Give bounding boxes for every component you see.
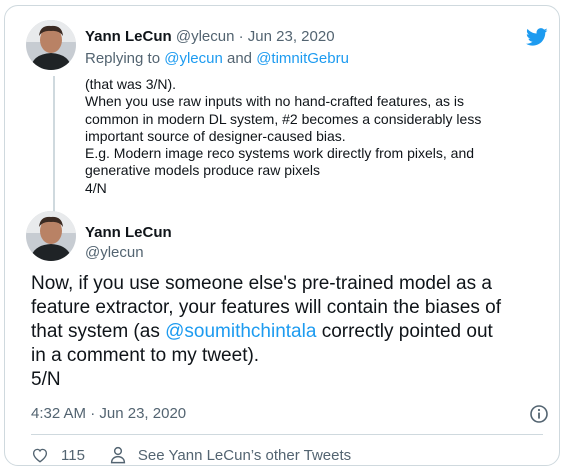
- tweet-time[interactable]: 4:32 AM: [31, 405, 86, 422]
- divider: [31, 434, 543, 435]
- action-bar: 115 See Yann LeCun’s other Tweets: [31, 444, 351, 466]
- thread-line: [53, 76, 55, 212]
- parent-header: Yann LeCun @ylecun · Jun 23, 2020: [85, 28, 335, 45]
- text-line: 5/N: [31, 369, 61, 390]
- author-handle[interactable]: @ylecun: [85, 244, 144, 261]
- heart-icon: [32, 448, 48, 463]
- text-line: E.g. Modern image reco systems work dire…: [85, 145, 475, 162]
- separator: ·: [90, 405, 96, 422]
- mention-link[interactable]: @timnitGebru: [256, 50, 349, 67]
- text-line: important source of designer-caused bias…: [85, 127, 346, 144]
- person-icon: [110, 446, 126, 464]
- text-line: Now, if you use someone else's pre-train…: [31, 273, 492, 294]
- text-line: (that was 3/N).: [85, 76, 177, 92]
- text-segment: that system (as: [31, 321, 166, 342]
- other-tweets-link[interactable]: See Yann LeCun’s other Tweets: [110, 446, 351, 464]
- text-line: When you use raw inputs with no hand-cra…: [85, 93, 464, 110]
- text-line: generative models produce raw pixels: [85, 162, 321, 179]
- avatar[interactable]: [26, 211, 76, 261]
- tweet-text: Now, if you use someone else's pre-train…: [31, 272, 551, 392]
- tweet-date[interactable]: Jun 23, 2020: [248, 28, 335, 45]
- author-handle[interactable]: @ylecun: [176, 28, 235, 45]
- parent-tweet-text: (that was 3/N). When you use raw inputs …: [85, 76, 545, 197]
- text-segment: correctly pointed out: [316, 321, 493, 342]
- like-count: 115: [61, 446, 85, 464]
- text-line: feature extractor, your features will co…: [31, 297, 501, 318]
- text-line: in a comment to my tweet).: [31, 345, 260, 366]
- tweet-timestamp[interactable]: 4:32 AM · Jun 23, 2020: [31, 405, 186, 422]
- tweet-card: Yann LeCun @ylecun · Jun 23, 2020 Replyi…: [4, 5, 560, 466]
- replying-and: and: [226, 50, 253, 67]
- mention-link[interactable]: @ylecun: [164, 50, 223, 67]
- text-line: that system (as @soumithchintala correct…: [31, 320, 551, 344]
- twitter-bird-icon[interactable]: [525, 26, 549, 48]
- avatar[interactable]: [26, 20, 76, 70]
- separator: ·: [238, 28, 244, 45]
- like-button[interactable]: 115: [31, 446, 85, 464]
- author-name[interactable]: Yann LeCun: [85, 28, 172, 45]
- other-tweets-label[interactable]: See Yann LeCun’s other Tweets: [138, 447, 351, 464]
- replying-to: Replying to @ylecun and @timnitGebru: [85, 50, 349, 67]
- mention-link[interactable]: @soumithchintala: [165, 321, 316, 342]
- author-name[interactable]: Yann LeCun: [85, 224, 172, 241]
- info-icon[interactable]: [529, 404, 549, 424]
- text-line: common in modern DL system, #2 becomes a…: [85, 110, 482, 127]
- text-line: 4/N: [85, 179, 107, 196]
- tweet-date[interactable]: Jun 23, 2020: [99, 405, 186, 422]
- replying-label: Replying to: [85, 50, 161, 67]
